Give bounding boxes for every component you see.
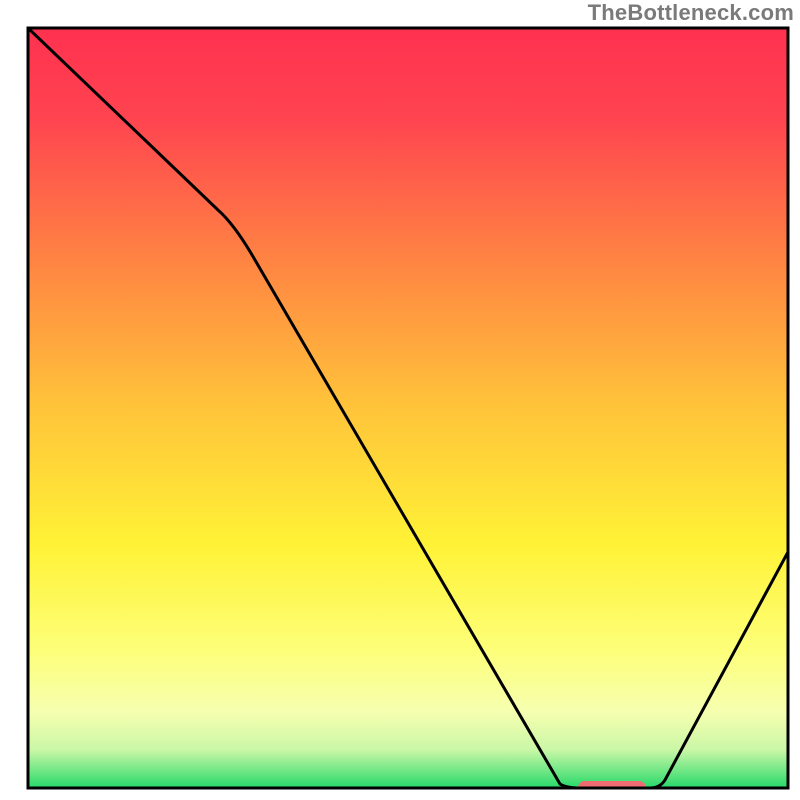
chart-canvas: { "watermark": "TheBottleneck.com", "cha… [0,0,800,800]
watermark-text: TheBottleneck.com [588,0,794,26]
chart-svg [0,0,800,800]
plot-background [28,28,788,788]
